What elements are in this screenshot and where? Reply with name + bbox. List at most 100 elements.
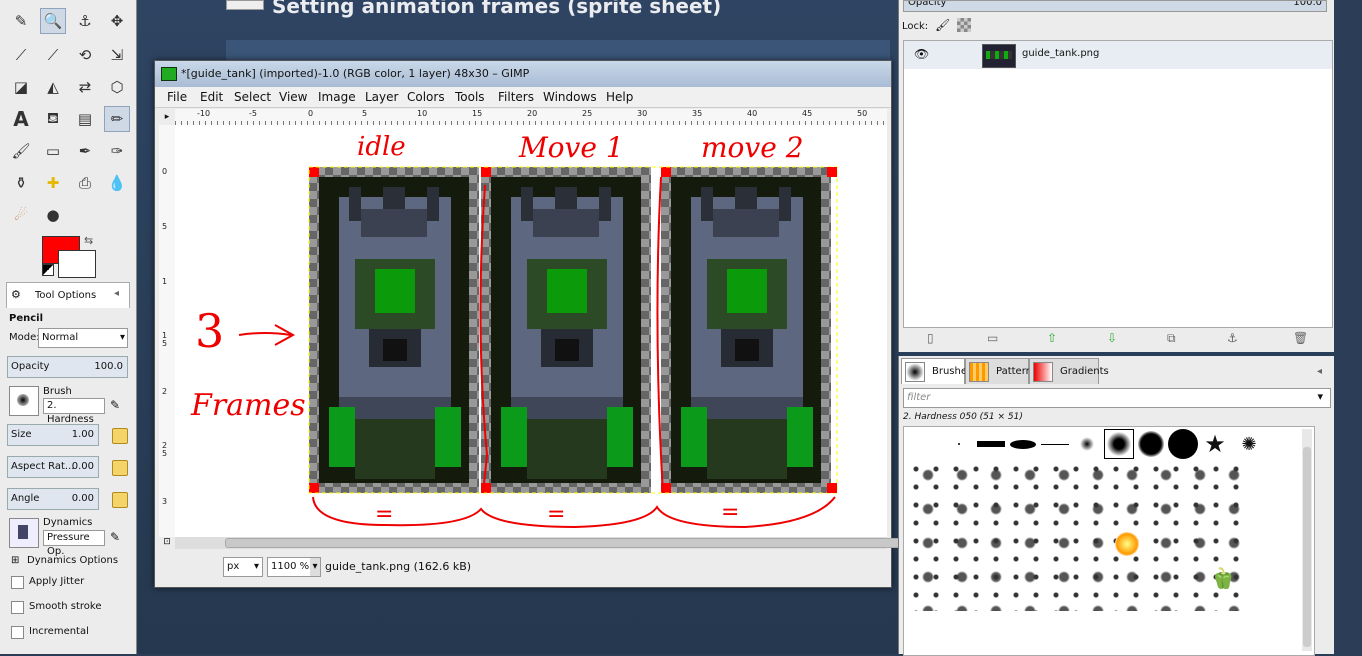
menu-image[interactable]: Image	[318, 90, 356, 104]
unit-select[interactable]: px ▾	[223, 557, 263, 577]
horizontal-scrollbar[interactable]	[175, 537, 915, 549]
expand-icon[interactable]: ⊞	[11, 555, 19, 566]
dynamics-preview[interactable]	[9, 518, 39, 548]
star-brush-icon[interactable]: ★	[1200, 429, 1230, 459]
lower-layer-icon[interactable]: ⇩	[1107, 331, 1117, 345]
airbrush-icon[interactable]: ✒	[72, 138, 98, 164]
brush-item[interactable]	[1072, 429, 1102, 459]
blur-icon[interactable]: 💧	[104, 170, 130, 196]
brush-item-selected[interactable]	[1104, 429, 1134, 459]
rotate-icon[interactable]: ⟲	[72, 42, 98, 68]
cage-icon[interactable]: ⬡	[104, 74, 130, 100]
apply-jitter-checkbox[interactable]	[11, 576, 24, 589]
blend-icon[interactable]: ▤	[72, 106, 98, 132]
heal-icon[interactable]: ✚	[40, 170, 66, 196]
pencil-icon[interactable]: ✏	[104, 106, 130, 132]
dynamics-options-label[interactable]: Dynamics Options	[27, 555, 118, 566]
edit-dynamics-icon[interactable]: ✎	[110, 530, 120, 544]
menu-edit[interactable]: Edit	[200, 90, 223, 104]
brush-name-field[interactable]: 2. Hardness	[43, 398, 105, 425]
move-icon[interactable]: ✥	[104, 8, 130, 34]
anchor-layer-icon[interactable]: ⚓	[1227, 331, 1238, 345]
menu-colors[interactable]: Colors	[407, 90, 445, 104]
reset-aspect-icon[interactable]	[112, 460, 128, 476]
menu-view[interactable]: View	[279, 90, 307, 104]
vertical-ruler[interactable]: 0 5 1 1 5 2 2 5 3	[159, 125, 176, 537]
bucket-fill-icon[interactable]: ⛾	[40, 106, 66, 132]
brush-item[interactable]	[1040, 429, 1070, 459]
tab-brushes[interactable]: Brushes	[901, 358, 972, 384]
fuzzy-select-icon[interactable]: ✎	[8, 8, 34, 34]
background-color[interactable]	[58, 250, 96, 278]
menu-filters[interactable]: Filters	[498, 90, 534, 104]
new-layer-group-icon[interactable]: ▭	[987, 331, 998, 345]
pepper-brush-icon[interactable]: 🫑	[1208, 563, 1238, 593]
panel-menu-icon[interactable]: ◂	[114, 288, 119, 299]
layer-opacity-slider[interactable]: Opacity 100.0	[903, 0, 1327, 12]
mode-select[interactable]: Normal ▾	[38, 328, 128, 348]
tool-options-tab[interactable]: ⚙ Tool Options	[6, 282, 130, 308]
eye-icon[interactable]: 👁	[914, 47, 929, 61]
align-icon[interactable]: ⟋	[8, 42, 34, 68]
brush-grid-scrollbar[interactable]	[1302, 429, 1312, 651]
panel-menu-icon[interactable]: ◂	[1317, 366, 1322, 377]
flip-icon[interactable]: ⇄	[72, 74, 98, 100]
brush-item[interactable]	[1112, 529, 1142, 559]
crop-icon[interactable]: ◪	[8, 74, 34, 100]
zoom-icon[interactable]: 🔍	[40, 8, 66, 34]
brush-filter-input[interactable]: filter	[903, 388, 1331, 408]
scale-icon[interactable]: ⇲	[104, 42, 130, 68]
new-layer-icon[interactable]: ▯	[927, 331, 934, 345]
menu-tools[interactable]: Tools	[455, 90, 485, 104]
angle-slider[interactable]: Angle 0.00	[7, 488, 99, 510]
horizontal-ruler[interactable]: -10 -5 0 5 10 15 20 25 30 35 40 45 50	[175, 109, 887, 126]
scroll-thumb[interactable]	[1303, 447, 1311, 647]
smooth-stroke-checkbox[interactable]	[11, 601, 24, 614]
brush-item[interactable]	[1168, 429, 1198, 459]
brush-item[interactable]	[1008, 429, 1038, 459]
scroll-thumb[interactable]	[225, 538, 915, 548]
menu-layer[interactable]: Layer	[365, 90, 398, 104]
opacity-slider[interactable]: Opacity 100.0	[7, 356, 128, 378]
edit-brush-icon[interactable]: ✎	[110, 398, 120, 412]
shear-icon[interactable]: ⟋	[40, 42, 66, 68]
brush-item[interactable]	[944, 429, 974, 459]
smudge-icon[interactable]: ☄	[8, 202, 34, 228]
reset-angle-icon[interactable]	[112, 492, 128, 508]
paintbrush-icon[interactable]: 🖌	[8, 138, 34, 164]
swap-colors-icon[interactable]: ⇆	[84, 234, 93, 247]
ink-icon[interactable]: ✑	[104, 138, 130, 164]
perspective-clone-icon[interactable]: ⎙	[72, 170, 98, 196]
text-icon[interactable]: A	[8, 106, 34, 132]
brush-texture-grid[interactable]	[908, 461, 1248, 611]
menu-help[interactable]: Help	[606, 90, 633, 104]
tab-gradients[interactable]: Gradients	[1029, 358, 1109, 384]
incremental-checkbox[interactable]	[11, 626, 24, 639]
delete-layer-icon[interactable]: 🗑	[1293, 331, 1308, 345]
menu-file[interactable]: File	[167, 90, 187, 104]
dynamics-field[interactable]: Pressure Op.	[43, 530, 105, 557]
reset-size-icon[interactable]	[112, 428, 128, 444]
menu-select[interactable]: Select	[234, 90, 271, 104]
brush-grid[interactable]: ★ ✺ 🫑	[903, 426, 1315, 656]
measure-icon[interactable]: ⚓	[72, 8, 98, 34]
layer-row[interactable]: 👁 guide_tank.png	[904, 41, 1332, 69]
default-colors-icon[interactable]	[42, 264, 54, 276]
clone-icon[interactable]: ⚱	[8, 170, 34, 196]
title-bar[interactable]: *[guide_tank] (imported)-1.0 (RGB color,…	[155, 61, 891, 87]
perspective-icon[interactable]: ◭	[40, 74, 66, 100]
aspect-ratio-slider[interactable]: Aspect Rat... 0.00	[7, 456, 99, 478]
duplicate-layer-icon[interactable]: ⧉	[1167, 331, 1176, 346]
menu-windows[interactable]: Windows	[543, 90, 597, 104]
brush-preview[interactable]	[9, 386, 39, 416]
splatter-brush-icon[interactable]: ✺	[1234, 429, 1264, 459]
dodge-burn-icon[interactable]: ●	[40, 202, 66, 228]
navigate-icon[interactable]: ⊡	[159, 537, 175, 549]
sprite-canvas-svg[interactable]: idle Move 1 move 2 3 Frames = = =	[175, 125, 887, 537]
brush-item[interactable]	[976, 429, 1006, 459]
eraser-icon[interactable]: ▭	[40, 138, 66, 164]
raise-layer-icon[interactable]: ⇧	[1047, 331, 1057, 345]
brush-item[interactable]	[1136, 429, 1166, 459]
ruler-corner[interactable]: ▸	[159, 109, 175, 125]
layer-name[interactable]: guide_tank.png	[1022, 48, 1099, 59]
